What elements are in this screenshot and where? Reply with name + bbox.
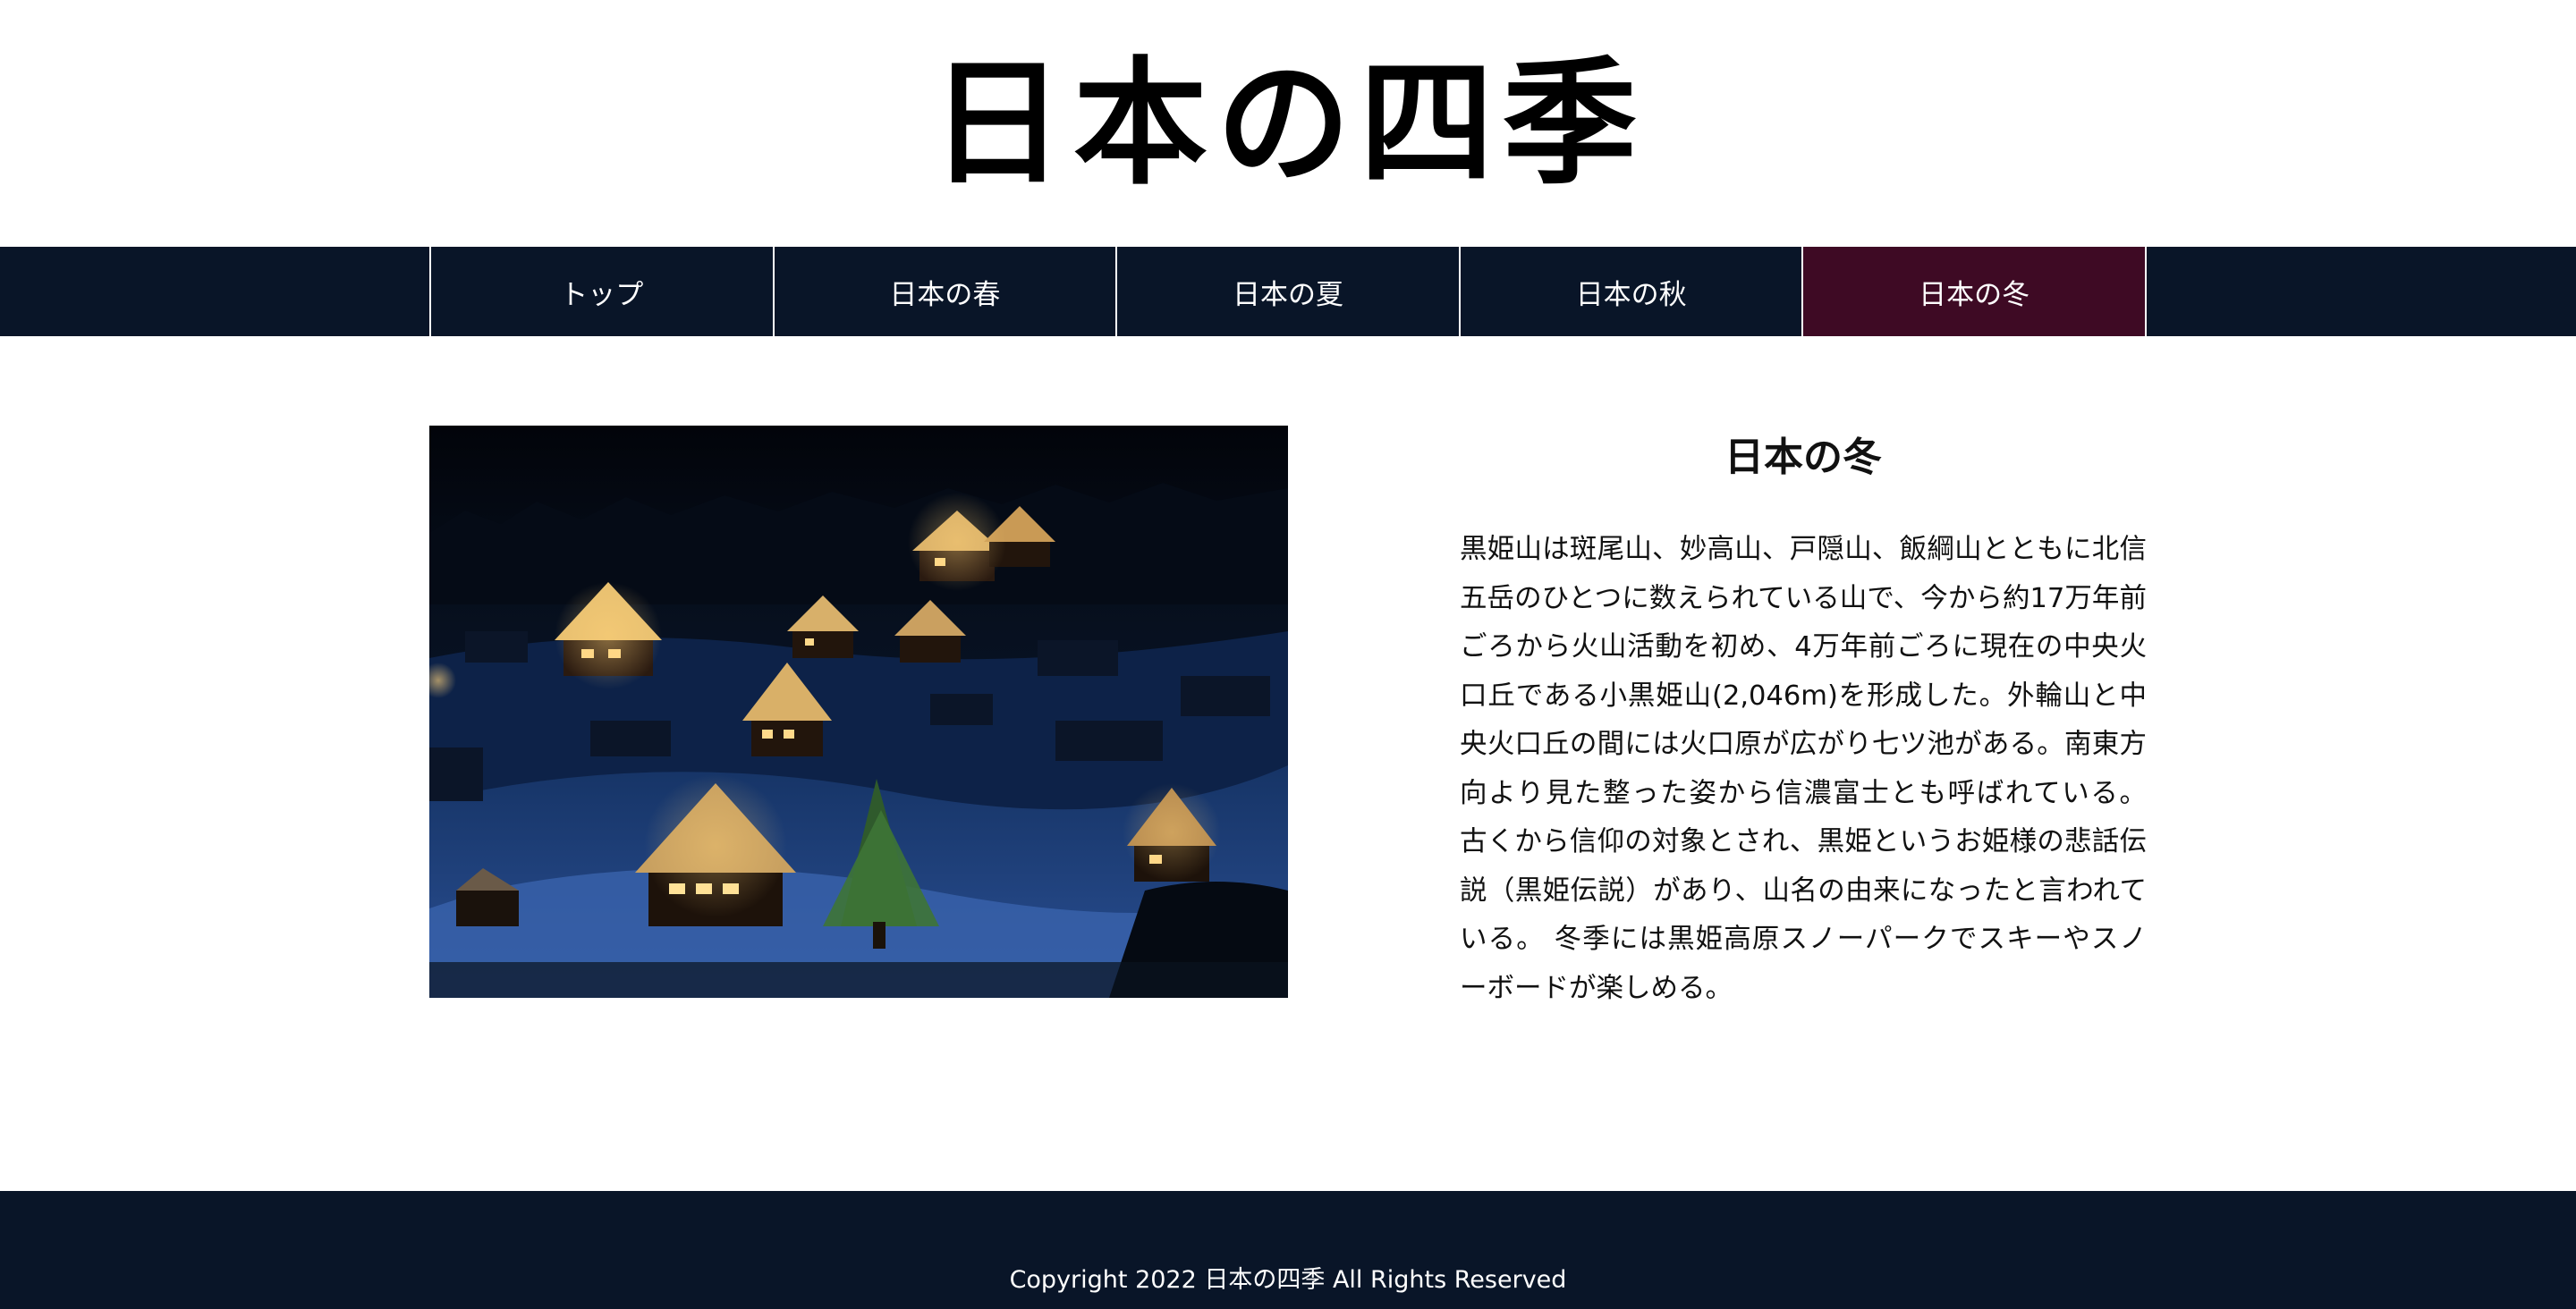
content-title: 日本の冬 (1724, 435, 1882, 480)
content-section: 日本の冬 黒姫山は斑尾山、妙高山、戸隠山、飯綱山とともに北信五岳のひとつに数えら… (1460, 426, 2147, 1013)
site-footer: Copyright 2022 日本の四季 All Rights Reserved (0, 1191, 2576, 1309)
winter-village-photo (429, 426, 1288, 998)
nav-item-autumn[interactable]: 日本の秋 (1461, 247, 1804, 336)
nav-item-top[interactable]: トップ (431, 247, 775, 336)
main-navigation: トップ 日本の春 日本の夏 日本の秋 日本の冬 (0, 247, 2576, 336)
nav-item-summer[interactable]: 日本の夏 (1117, 247, 1461, 336)
nav-item-winter[interactable]: 日本の冬 (1803, 247, 2147, 336)
site-header: 日本の四季 (0, 0, 2576, 247)
nav-item-spring[interactable]: 日本の春 (775, 247, 1118, 336)
site-title: 日本の四季 (929, 43, 1646, 204)
content-body: 黒姫山は斑尾山、妙高山、戸隠山、飯綱山とともに北信五岳のひとつに数えられている山… (1460, 534, 2147, 1004)
copyright-text: Copyright 2022 日本の四季 All Rights Reserved (1009, 1266, 1567, 1294)
nav-list: トップ 日本の春 日本の夏 日本の秋 日本の冬 (429, 247, 2147, 336)
snowy-village-night-photo-icon (429, 426, 1288, 998)
page: 日本の四季 トップ 日本の春 日本の夏 日本の秋 日本の冬 日本の冬 黒姫山は斑… (0, 0, 2576, 1309)
